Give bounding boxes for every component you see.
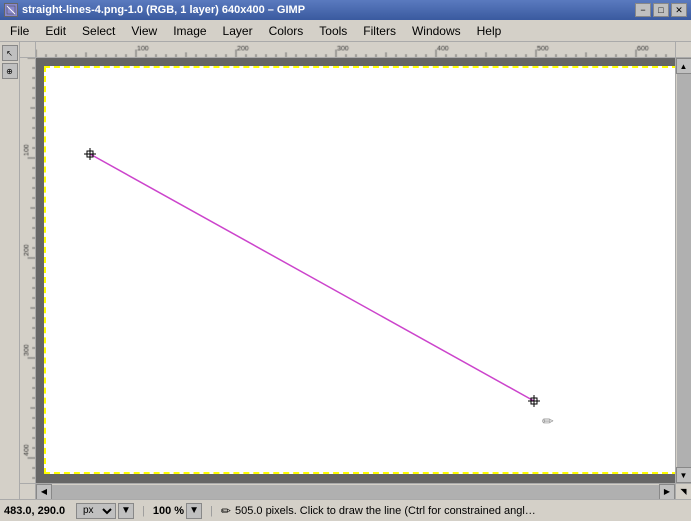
bottom-left-corner [20, 483, 36, 499]
maximize-button[interactable]: □ [653, 3, 669, 17]
drawing-surface: ✏ [44, 66, 675, 474]
menu-item-help[interactable]: Help [469, 22, 510, 40]
scroll-right-button[interactable]: ▶ [659, 484, 675, 500]
menu-item-filters[interactable]: Filters [355, 22, 404, 40]
scroll-down-button[interactable]: ▼ [676, 467, 691, 483]
zoom-dropdown-arrow[interactable]: ▼ [186, 503, 202, 519]
scroll-up-button[interactable]: ▲ [676, 58, 691, 74]
canvas-with-rulers: ✏ ▲ ▼ ◀ [20, 42, 691, 499]
scroll-left-button[interactable]: ◀ [36, 484, 52, 500]
unit-dropdown-arrow[interactable]: ▼ [118, 503, 134, 519]
svg-text:✏: ✏ [542, 413, 554, 429]
coordinate-value: 483.0, 290.0 [4, 505, 74, 517]
unit-selector[interactable]: px in cm [76, 503, 116, 519]
window-title: straight-lines-4.png-1.0 (RGB, 1 layer) … [22, 4, 305, 16]
menu-item-image[interactable]: Image [165, 22, 214, 40]
start-point [84, 148, 96, 160]
scroll-track-vertical[interactable] [677, 74, 691, 467]
status-message: 505.0 pixels. Click to draw the line (Ct… [235, 505, 687, 517]
menu-item-file[interactable]: File [2, 22, 37, 40]
tool-move[interactable]: ↖ [2, 45, 18, 61]
middle-row: ✏ ▲ ▼ [20, 58, 691, 483]
menu-bar: FileEditSelectViewImageLayerColorsToolsF… [0, 20, 691, 42]
window-controls: − □ ✕ [635, 3, 687, 17]
top-ruler-row [20, 42, 691, 58]
menu-item-edit[interactable]: Edit [37, 22, 74, 40]
menu-item-windows[interactable]: Windows [404, 22, 469, 40]
menu-item-select[interactable]: Select [74, 22, 123, 40]
title-bar: straight-lines-4.png-1.0 (RGB, 1 layer) … [0, 0, 691, 20]
nav-corner-button[interactable]: ◥ [675, 483, 691, 499]
tool-zoom[interactable]: ⊕ [2, 63, 18, 79]
minimize-button[interactable]: − [635, 3, 651, 17]
app-icon [4, 3, 18, 17]
bottom-scrollbar: ◀ ▶ [36, 483, 675, 499]
zoom-value: 100 % [153, 505, 184, 517]
canvas-viewport[interactable]: ✏ [36, 58, 675, 483]
menu-item-colors[interactable]: Colors [261, 22, 312, 40]
right-scrollbar: ▲ ▼ [675, 58, 691, 483]
canvas-area: ↖ ⊕ [0, 42, 691, 499]
title-bar-left: straight-lines-4.png-1.0 (RGB, 1 layer) … [4, 3, 305, 17]
menu-item-layer[interactable]: Layer [215, 22, 261, 40]
coordinates-display: 483.0, 290.0 px in cm ▼ [4, 503, 134, 519]
close-button[interactable]: ✕ [671, 3, 687, 17]
top-ruler-end [675, 42, 691, 58]
image-canvas[interactable]: ✏ [44, 66, 675, 474]
menu-item-tools[interactable]: Tools [311, 22, 355, 40]
bottom-scrollbar-row: ◀ ▶ ◥ [20, 483, 691, 499]
menu-item-view[interactable]: View [123, 22, 165, 40]
status-bar: 483.0, 290.0 px in cm ▼ | 100 % ▼ | ✏ 50… [0, 499, 691, 521]
pencil-icon: ✏ [221, 504, 231, 518]
zoom-display: 100 % ▼ [153, 503, 202, 519]
top-ruler [36, 42, 675, 58]
toolbox: ↖ ⊕ [0, 42, 20, 499]
main-container: ↖ ⊕ [0, 42, 691, 499]
scroll-track-horizontal[interactable] [52, 485, 659, 499]
left-ruler [20, 58, 36, 483]
ruler-corner [20, 42, 36, 58]
